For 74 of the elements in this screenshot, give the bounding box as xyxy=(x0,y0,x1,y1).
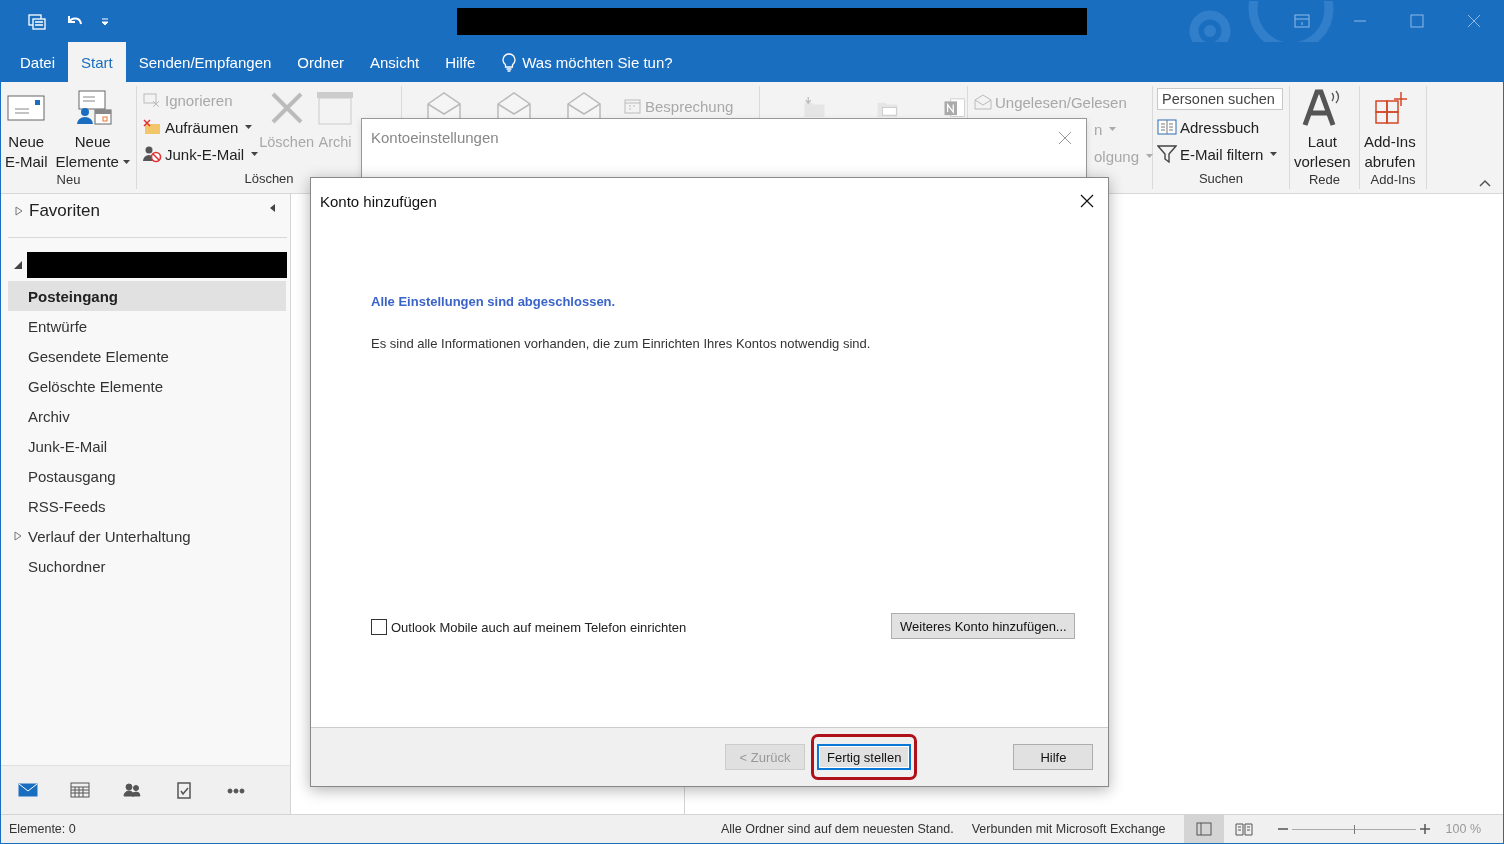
ribbon-button[interactable]: E-Mail filtern xyxy=(1157,142,1278,166)
get-addins-button[interactable]: Add-Ins abrufen xyxy=(1360,88,1420,172)
caret-icon xyxy=(1146,154,1154,158)
folder-item[interactable]: RSS-Feeds xyxy=(8,491,286,521)
ribbon-tab[interactable]: Start xyxy=(68,42,126,82)
collapse-ribbon-icon[interactable] xyxy=(1479,179,1491,187)
read-aloud-button[interactable]: Laut vorlesen xyxy=(1290,88,1355,172)
ribbon-button[interactable]: Junk-E-Mail xyxy=(142,142,259,166)
ribbon-tab[interactable]: Ordner xyxy=(284,42,357,82)
cleanup-icon xyxy=(142,118,162,136)
mail-icon[interactable] xyxy=(17,781,39,799)
collapse-pane-icon[interactable] xyxy=(268,203,276,213)
folder-item[interactable]: Suchordner xyxy=(8,551,286,581)
folder-item[interactable]: Gelöschte Elemente xyxy=(8,371,286,401)
caret-icon xyxy=(1109,127,1117,131)
ribbon-tab[interactable]: Datei xyxy=(1,42,69,82)
caret-icon xyxy=(122,160,130,164)
folder-item[interactable]: Postausgang xyxy=(8,461,286,491)
people-icon[interactable] xyxy=(121,781,143,799)
close-icon[interactable] xyxy=(1080,194,1094,208)
lightbulb-icon xyxy=(502,52,517,72)
expand-triangle-icon xyxy=(15,206,23,216)
folder-item[interactable]: Verlauf der Unterhaltung xyxy=(8,521,286,551)
ribbon-tab[interactable]: Ansicht xyxy=(357,42,433,82)
address-book-icon xyxy=(1157,118,1177,136)
ribbon-button[interactable]: Adressbuch xyxy=(1157,115,1260,139)
group-label: Rede xyxy=(1307,172,1342,189)
ignore-icon xyxy=(142,91,162,109)
caret-icon xyxy=(1270,152,1278,156)
ribbon-display-icon[interactable] xyxy=(1294,14,1310,28)
group-label: Löschen xyxy=(243,171,295,188)
folder-item[interactable]: Entwürfe xyxy=(8,311,286,341)
checkbox[interactable] xyxy=(371,619,387,635)
info-message: Es sind alle Informationen vorhanden, die zum Einrichten Ihres Kontos notwendig sind. xyxy=(371,336,872,351)
ribbon-button[interactable]: Aufräumen xyxy=(142,115,253,139)
folder-item[interactable]: Junk-E-Mail xyxy=(8,431,286,461)
open-envelope-icon xyxy=(974,94,992,110)
customize-caret-icon[interactable] xyxy=(101,16,109,27)
dialog-button[interactable]: Hilfe xyxy=(1013,744,1094,770)
filter-icon xyxy=(1157,145,1177,163)
ribbon-button[interactable]: Neue E-Mail xyxy=(1,88,52,172)
expand-triangle-icon xyxy=(14,531,22,541)
dialog-title: Konto hinzufügen xyxy=(320,192,437,210)
success-heading: Alle Einstellungen sind abgeschlossen. xyxy=(371,294,617,309)
ribbon-tab[interactable]: Hilfe xyxy=(432,42,489,82)
folder-item[interactable]: Posteingang xyxy=(8,281,286,311)
folder-item[interactable]: Archiv xyxy=(8,401,286,431)
caret-icon xyxy=(245,125,253,129)
zoom-in-icon[interactable] xyxy=(1419,824,1430,834)
normal-view-icon xyxy=(1195,822,1212,836)
group-label: Suchen xyxy=(1197,171,1245,188)
dialog-button[interactable]: Fertig stellen xyxy=(817,744,912,770)
ribbon-button[interactable]: Neue Elemente xyxy=(51,88,134,172)
calendar-icon[interactable] xyxy=(69,781,91,799)
reading-view-icon xyxy=(1234,822,1253,836)
folder-item[interactable]: Gesendete Elemente xyxy=(8,341,286,371)
group-label: Neu xyxy=(55,172,82,189)
connection-status: Verbunden mit Microsoft Exchange xyxy=(971,822,1166,836)
junk-icon xyxy=(142,145,162,163)
add-account-button[interactable]: Weiteres Konto hinzufügen... xyxy=(891,613,1075,639)
people-search-field[interactable]: Personen suchen xyxy=(1157,88,1283,110)
checkbox-label[interactable]: Outlook Mobile auch auf meinem Telefon einrichten xyxy=(391,619,687,635)
ribbon-tab[interactable]: Senden/Empfangen xyxy=(125,42,285,82)
expand-triangle-icon[interactable] xyxy=(13,260,23,270)
favorites-header[interactable]: Favoriten xyxy=(15,201,100,221)
sync-status: Alle Ordner sind auf dem neuesten Stand. xyxy=(720,822,954,836)
item-count: Elemente: 0 xyxy=(9,822,76,836)
calendar-icon xyxy=(624,98,642,114)
normal-view-button[interactable] xyxy=(1183,815,1224,843)
group-label: Add-Ins xyxy=(1369,172,1417,189)
dialog-title: Kontoeinstellungen xyxy=(371,129,499,146)
send-receive-icon[interactable] xyxy=(27,11,47,32)
tell-me-search[interactable]: Was möchten Sie tun? xyxy=(502,42,673,82)
caret-icon xyxy=(251,152,259,156)
